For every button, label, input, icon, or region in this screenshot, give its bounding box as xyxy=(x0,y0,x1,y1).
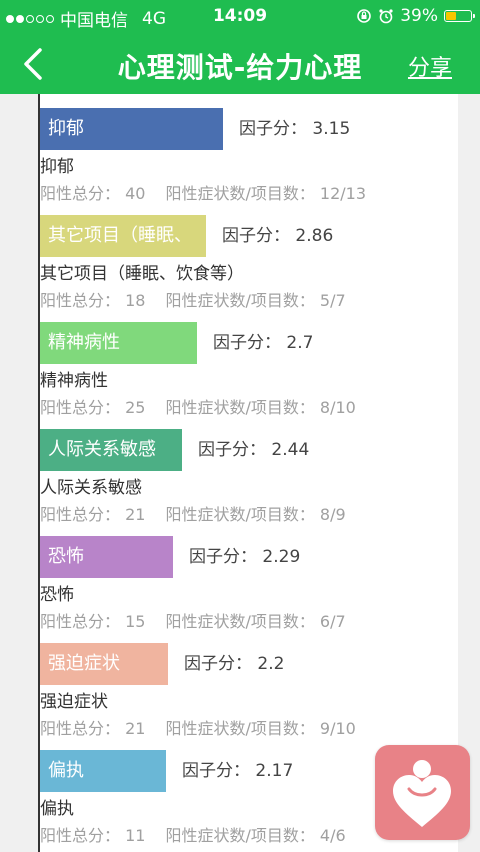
rotation-lock-icon xyxy=(357,9,372,23)
factor-stats: 阳性总分： 18 阳性症状数/项目数： 5/7 xyxy=(40,287,346,311)
positive-count: 阳性症状数/项目数： 4/6 xyxy=(165,826,346,845)
result-item: 强迫症状 因子分： 2.2 强迫症状 阳性总分： 21 阳性症状数/项目数： 9/10 xyxy=(40,631,458,738)
factor-stats: 阳性总分： 40 阳性症状数/项目数： 12/13 xyxy=(40,180,366,204)
factor-score-label: 因子分： 2.86 xyxy=(222,226,334,246)
positive-count: 阳性症状数/项目数： 9/10 xyxy=(165,719,356,738)
factor-stats: 阳性总分： 21 阳性症状数/项目数： 9/10 xyxy=(40,715,356,739)
result-item: 恐怖 因子分： 2.29 恐怖 阳性总分： 15 阳性症状数/项目数： 6/7 xyxy=(40,524,458,631)
status-right: 39% xyxy=(356,6,475,26)
positive-total: 阳性总分： 21 xyxy=(40,505,146,524)
factor-stats: 阳性总分： 15 阳性症状数/项目数： 6/7 xyxy=(40,608,346,632)
factor-bar: 其它项目（睡眠、 xyxy=(40,215,206,257)
factor-name: 人际关系敏感 xyxy=(40,478,142,498)
factor-name: 抑郁 xyxy=(40,157,74,177)
positive-total: 阳性总分： 40 xyxy=(40,184,146,203)
result-item: 抑郁 因子分： 3.15 抑郁 阳性总分： 40 阳性症状数/项目数： 12/13 xyxy=(40,96,458,203)
positive-count: 阳性症状数/项目数： 5/7 xyxy=(165,291,346,310)
factor-name: 强迫症状 xyxy=(40,692,108,712)
positive-count: 阳性症状数/项目数： 8/10 xyxy=(165,398,356,417)
result-item: 人际关系敏感 因子分： 2.44 人际关系敏感 阳性总分： 21 阳性症状数/项目数： … xyxy=(40,417,458,524)
factor-bar: 强迫症状 xyxy=(40,643,168,685)
factor-bar: 抑郁 xyxy=(40,108,223,150)
positive-total: 阳性总分： 21 xyxy=(40,719,146,738)
factor-score-label: 因子分： 3.15 xyxy=(239,119,351,139)
factor-name: 其它项目（睡眠、饮食等） xyxy=(40,264,244,284)
factor-name: 精神病性 xyxy=(40,371,108,391)
result-item: 精神病性 因子分： 2.7 精神病性 阳性总分： 25 阳性症状数/项目数： 8/10 xyxy=(40,310,458,417)
factor-score-label: 因子分： 2.17 xyxy=(182,761,294,781)
positive-total: 阳性总分： 11 xyxy=(40,826,146,845)
positive-total: 阳性总分： 18 xyxy=(40,291,146,310)
factor-stats: 阳性总分： 21 阳性症状数/项目数： 8/9 xyxy=(40,501,346,525)
factor-score-label: 因子分： 2.7 xyxy=(213,333,314,353)
alarm-icon xyxy=(379,9,393,24)
status-bar: 中国电信 4G 14:09 39% xyxy=(0,0,480,34)
factor-bar: 人际关系敏感 xyxy=(40,429,182,471)
factor-bar: 恐怖 xyxy=(40,536,173,578)
factor-name: 偏执 xyxy=(40,799,74,819)
chart-axis-line xyxy=(38,94,40,852)
battery-percent: 39% xyxy=(400,6,438,26)
battery-icon xyxy=(444,10,475,22)
nav-bar: 心理测试-给力心理 分享 xyxy=(0,34,480,94)
positive-total: 阳性总分： 15 xyxy=(40,612,146,631)
factor-score-label: 因子分： 2.44 xyxy=(198,440,310,460)
heart-person-icon xyxy=(393,760,451,827)
results-chart: 抑郁 因子分： 3.15 抑郁 阳性总分： 40 阳性症状数/项目数： 12/13 其它项… xyxy=(40,94,458,852)
app-logo-button[interactable] xyxy=(375,745,470,840)
positive-total: 阳性总分： 25 xyxy=(40,398,146,417)
result-item: 其它项目（睡眠、 因子分： 2.86 其它项目（睡眠、饮食等） 阳性总分： 18 阳性症… xyxy=(40,203,458,310)
positive-count: 阳性症状数/项目数： 6/7 xyxy=(165,612,346,631)
factor-name: 恐怖 xyxy=(40,585,74,605)
factor-stats: 阳性总分： 11 阳性症状数/项目数： 4/6 xyxy=(40,822,346,846)
positive-count: 阳性症状数/项目数： 8/9 xyxy=(165,505,346,524)
factor-score-label: 因子分： 2.29 xyxy=(189,547,301,567)
factor-stats: 阳性总分： 25 阳性症状数/项目数： 8/10 xyxy=(40,394,356,418)
factor-bar: 偏执 xyxy=(40,750,166,792)
positive-count: 阳性症状数/项目数： 12/13 xyxy=(165,184,367,203)
factor-bar: 精神病性 xyxy=(40,322,197,364)
factor-score-label: 因子分： 2.2 xyxy=(184,654,285,674)
share-button[interactable]: 分享 xyxy=(408,50,452,82)
